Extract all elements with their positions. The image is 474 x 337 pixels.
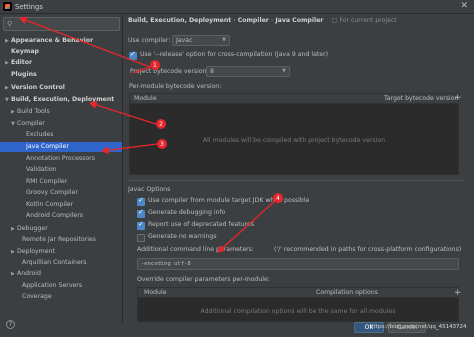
sidebar-item-label: Coverage: [22, 293, 52, 300]
javac-options-title: Javac Options: [128, 186, 171, 193]
override-params-label: Override compiler parameters per-module:: [137, 276, 270, 283]
project-scope-text: For current project: [339, 17, 397, 24]
sidebar-item-label: Keymap: [11, 48, 39, 55]
sidebar-item-label: Debugger: [17, 225, 48, 232]
sidebar-item-android[interactable]: ▶ Android: [0, 269, 122, 279]
sidebar-item-label: Groovy Compiler: [26, 189, 78, 196]
sidebar-item-editor[interactable]: ▶ Editor: [0, 58, 122, 68]
sidebar-item-version-control[interactable]: ▶ Version Control: [0, 83, 122, 93]
sidebar-item-label: Build, Execution, Deployment: [11, 96, 115, 103]
column-header-target-version[interactable]: Target bytecode version: [384, 95, 458, 102]
help-icon[interactable]: ?: [6, 320, 15, 329]
sidebar-item-excludes[interactable]: Excludes: [0, 130, 122, 140]
sidebar-item-label: Application Servers: [22, 282, 83, 289]
sidebar-item-label: Java Compiler: [26, 143, 69, 150]
sidebar-item-label: Editor: [11, 59, 33, 66]
sidebar-item-annotation-processors[interactable]: Annotation Processors: [0, 154, 122, 164]
no-warnings-checkbox[interactable]: [137, 234, 145, 242]
empty-table-text: All modules will be compiled with projec…: [202, 137, 386, 144]
project-scope-label: ▢ For current project: [331, 17, 397, 24]
add-override-icon[interactable]: +: [454, 288, 462, 298]
sidebar-item-coverage[interactable]: Coverage: [0, 292, 122, 302]
settings-sidebar: ⚲ ▶ Appearance & Behavior Keymap ▶ Editor Plu…: [0, 14, 123, 323]
breadcrumb: Build, Execution, Deployment › Compiler › Ja…: [128, 17, 397, 24]
sidebar-item-android-compilers[interactable]: Android Compilers: [0, 211, 122, 221]
sidebar-item-groovy-compiler[interactable]: Groovy Compiler: [0, 188, 122, 198]
module-bytecode-table[interactable]: Module Target bytecode version All modul…: [129, 93, 459, 175]
sidebar-item-label: Deployment: [17, 248, 55, 255]
sidebar-item-remote-jar-repositories[interactable]: Remote Jar Repositories: [0, 235, 122, 245]
sidebar-item-application-servers[interactable]: Application Servers: [0, 281, 122, 291]
bytecode-version-select[interactable]: 8 ▼: [206, 66, 290, 77]
sidebar-item-label: Build Tools: [17, 108, 50, 115]
java-compiler-panel: Build, Execution, Deployment › Compiler › Ja…: [124, 14, 474, 323]
sidebar-item-keymap[interactable]: Keymap: [0, 47, 122, 57]
watermark-text: https://blog.csdn.net/qq_45143724: [370, 324, 467, 330]
sidebar-item-kotlin-compiler[interactable]: Kotlin Compiler: [0, 200, 122, 210]
column-header-compilation-options[interactable]: Compilation options: [316, 289, 378, 296]
sidebar-item-label: Android: [17, 270, 41, 277]
per-module-label: Per-module bytecode version:: [129, 83, 222, 90]
release-option-checkbox[interactable]: [129, 50, 137, 60]
breadcrumb-item[interactable]: Build, Execution, Deployment: [128, 17, 231, 24]
sidebar-item-label: Annotation Processors: [26, 155, 95, 162]
sidebar-item-build-tools[interactable]: ▶ Build Tools: [0, 107, 122, 117]
column-header-module[interactable]: Module: [134, 95, 157, 102]
section-divider: [128, 180, 465, 181]
command-line-params-input[interactable]: -encoding utf-8: [137, 258, 459, 270]
search-icon: ⚲: [7, 20, 13, 28]
bytecode-version-label: Project bytecode version:: [130, 68, 209, 75]
sidebar-item-validation[interactable]: Validation: [0, 165, 122, 175]
bytecode-version-value: 8: [210, 68, 214, 75]
sidebar-item-label: Version Control: [11, 84, 65, 91]
sidebar-item-appearance-behavior[interactable]: ▶ Appearance & Behavior: [0, 36, 122, 46]
deprecated-features-checkbox[interactable]: [137, 220, 145, 230]
chevron-down-icon: ▼: [282, 68, 286, 74]
breadcrumb-item: Java Compiler: [275, 17, 324, 24]
sidebar-item-build-execution-deployment[interactable]: ▼ Build, Execution, Deployment: [0, 95, 122, 105]
use-compiler-label: Use compiler:: [128, 37, 171, 44]
close-icon[interactable]: ✕: [460, 1, 468, 11]
sidebar-item-label: Validation: [26, 166, 57, 173]
sidebar-item-label: Arquillian Containers: [22, 259, 87, 266]
no-warnings-label: Generate no warnings: [148, 233, 217, 240]
chevron-down-icon: ▼: [222, 37, 226, 43]
use-compiler-select[interactable]: Javac ▼: [172, 35, 230, 46]
debug-info-label: Generate debugging info: [148, 209, 226, 216]
add-module-icon[interactable]: +: [454, 93, 462, 103]
sidebar-item-label: Appearance & Behavior: [11, 37, 94, 44]
breadcrumb-item[interactable]: Compiler: [238, 17, 269, 24]
override-params-table[interactable]: Module Compilation options Additional co…: [137, 287, 459, 322]
use-module-jdk-checkbox[interactable]: [137, 196, 145, 206]
sidebar-item-label: Compiler: [17, 120, 45, 127]
column-header-module[interactable]: Module: [144, 289, 167, 296]
release-option-label: Use '--release' option for cross-compila…: [140, 51, 329, 58]
use-module-jdk-label: Use compiler from module target JDK when…: [148, 197, 310, 204]
window-title: Settings: [15, 3, 43, 11]
sidebar-item-java-compiler[interactable]: Java Compiler: [0, 142, 122, 152]
sidebar-item-label: Excludes: [26, 131, 54, 138]
sidebar-item-label: Plugins: [11, 71, 37, 78]
settings-search-input[interactable]: ⚲: [3, 17, 120, 31]
intellij-logo-icon: [3, 2, 12, 11]
sidebar-item-deployment[interactable]: ▶ Deployment: [0, 247, 122, 257]
use-compiler-value: Javac: [176, 37, 193, 44]
sidebar-item-rmi-compiler[interactable]: RMI Compiler: [0, 177, 122, 187]
title-bar: Settings ✕: [0, 0, 474, 14]
table-header: Module Compilation options: [138, 288, 458, 298]
table-header: Module Target bytecode version: [130, 94, 458, 104]
sidebar-item-arquillian-containers[interactable]: Arquillian Containers: [0, 258, 122, 268]
params-hint: ('/' recommended in paths for cross-plat…: [274, 246, 462, 253]
debug-info-checkbox[interactable]: [137, 208, 145, 218]
sidebar-item-label: Remote Jar Repositories: [22, 236, 96, 243]
sidebar-item-plugins[interactable]: Plugins: [0, 70, 122, 80]
sidebar-item-label: Android Compilers: [26, 212, 83, 219]
sidebar-item-compiler[interactable]: ▼ Compiler: [0, 119, 122, 129]
sidebar-item-label: Kotlin Compiler: [26, 201, 74, 208]
deprecated-features-label: Report use of deprecated features: [148, 221, 255, 228]
sidebar-item-label: RMI Compiler: [26, 178, 68, 185]
empty-table-text: Additional compilation options will be t…: [200, 308, 396, 315]
params-label: Additional command line parameters:: [137, 246, 254, 253]
sidebar-item-debugger[interactable]: ▶ Debugger: [0, 224, 122, 234]
